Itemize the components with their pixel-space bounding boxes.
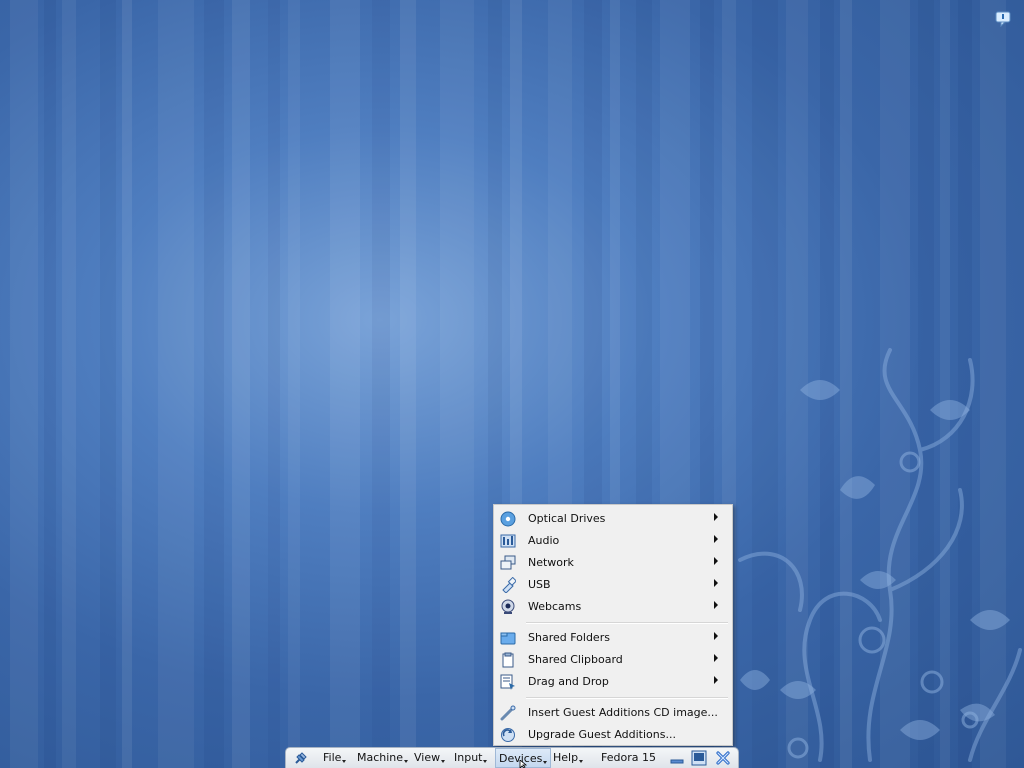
menu-item-label: USB — [528, 578, 551, 591]
menu-separator — [526, 697, 728, 699]
mouse-cursor-icon — [519, 760, 528, 768]
menu-item-label: Upgrade Guest Additions... — [528, 728, 676, 741]
menu-input-label: Input — [454, 751, 483, 764]
menu-item-shared-clipboard[interactable]: Shared Clipboard — [496, 649, 730, 671]
upgrade-guest-additions-icon — [501, 728, 515, 742]
submenu-arrow-icon — [714, 513, 718, 521]
menu-file[interactable]: File — [323, 748, 347, 768]
menu-help[interactable]: Help — [553, 748, 584, 768]
submenu-arrow-icon — [714, 632, 718, 640]
submenu-arrow-icon — [714, 535, 718, 543]
devices-menu: Optical Drives Audio Network USB Webcams… — [493, 504, 733, 746]
submenu-arrow-icon — [714, 654, 718, 662]
menu-view-label: View — [414, 751, 441, 764]
menu-item-label: Shared Folders — [528, 631, 610, 644]
dropdown-arrow-icon — [441, 760, 446, 763]
vm-mini-toolbar: File Machine View Input Devices Help Fed… — [285, 747, 739, 768]
menu-item-label: Insert Guest Additions CD image... — [528, 706, 718, 719]
submenu-arrow-icon — [714, 579, 718, 587]
dropdown-arrow-icon — [404, 760, 409, 763]
network-icon — [500, 555, 516, 570]
dropdown-arrow-icon — [543, 761, 548, 764]
menu-machine[interactable]: Machine — [357, 748, 409, 768]
submenu-arrow-icon — [714, 557, 718, 565]
submenu-arrow-icon — [714, 601, 718, 609]
menu-item-shared-folders[interactable]: Shared Folders — [496, 627, 730, 649]
audio-icon — [500, 534, 516, 548]
menu-item-label: Drag and Drop — [528, 675, 609, 688]
guest-additions-cd-icon — [500, 705, 516, 721]
close-icon[interactable] — [715, 750, 731, 766]
dropdown-arrow-icon — [342, 760, 347, 763]
dropdown-arrow-icon — [483, 760, 488, 763]
menu-item-network[interactable]: Network — [496, 552, 730, 574]
menu-item-usb[interactable]: USB — [496, 574, 730, 596]
menu-machine-label: Machine — [357, 751, 404, 764]
shared-folders-icon — [500, 632, 516, 645]
minimize-icon[interactable] — [669, 750, 685, 766]
menu-input[interactable]: Input — [454, 748, 488, 768]
submenu-arrow-icon — [714, 676, 718, 684]
optical-drive-icon — [500, 511, 516, 527]
menu-file-label: File — [323, 751, 342, 764]
dropdown-arrow-icon — [579, 760, 584, 763]
menu-item-label: Network — [528, 556, 574, 569]
menu-item-audio[interactable]: Audio — [496, 530, 730, 552]
menu-item-label: Optical Drives — [528, 512, 606, 525]
pin-icon[interactable] — [293, 750, 309, 766]
menu-item-upgrade-guest-additions[interactable]: Upgrade Guest Additions... — [496, 724, 730, 746]
menu-item-webcams[interactable]: Webcams — [496, 596, 730, 618]
menu-item-insert-guest-additions[interactable]: Insert Guest Additions CD image... — [496, 702, 730, 724]
menu-item-label: Shared Clipboard — [528, 653, 623, 666]
menu-separator — [526, 622, 728, 624]
exit-fullscreen-icon[interactable] — [691, 750, 707, 766]
menu-view[interactable]: View — [414, 748, 446, 768]
guest-desktop: Optical Drives Audio Network USB Webcams… — [0, 0, 1024, 768]
notification-icon[interactable] — [995, 11, 1011, 27]
menu-item-label: Audio — [528, 534, 560, 547]
usb-icon — [502, 577, 516, 593]
menu-help-label: Help — [553, 751, 579, 764]
menu-item-drag-and-drop[interactable]: Drag and Drop — [496, 671, 730, 693]
vm-name: Fedora 15 — [601, 751, 656, 764]
shared-clipboard-icon — [502, 652, 514, 668]
menu-item-label: Webcams — [528, 600, 582, 613]
menu-item-optical-drives[interactable]: Optical Drives — [496, 508, 730, 530]
drag-and-drop-icon — [500, 674, 515, 690]
webcam-icon — [501, 599, 515, 614]
